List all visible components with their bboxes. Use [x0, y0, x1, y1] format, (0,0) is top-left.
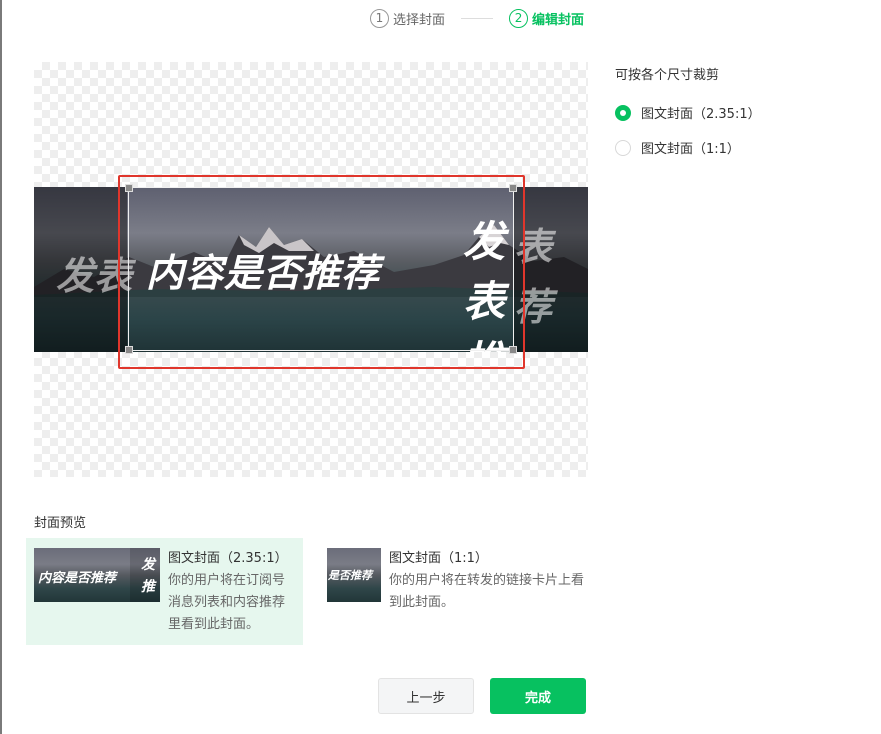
- preview-thumbnail-wide: 内容是否推荐 发推: [34, 548, 160, 602]
- step-select-cover[interactable]: 1 选择封面: [370, 8, 446, 28]
- crop-option-2-35-1[interactable]: 图文封面（2.35:1）: [615, 103, 761, 122]
- crop-option-label: 图文封面（2.35:1）: [641, 107, 761, 122]
- preview-info: 图文封面（2.35:1） 你的用户将在订阅号消息列表和内容推荐里看到此封面。: [168, 548, 295, 635]
- previous-step-button[interactable]: 上一步: [378, 678, 474, 714]
- step-divider: [461, 17, 494, 19]
- step-number: 2: [509, 8, 529, 28]
- step-label: 选择封面: [393, 12, 446, 28]
- thumbnail-text: 是否推荐: [328, 569, 372, 582]
- step-edit-cover: 2 编辑封面: [509, 8, 585, 28]
- step-indicator: 1 选择封面 2 编辑封面: [370, 7, 584, 29]
- preview-title: 封面预览: [34, 516, 87, 531]
- thumbnail-side-text: 发推: [141, 557, 155, 595]
- crop-editor-canvas: 发表 内容是否推荐 发表 推荐 表 荐: [34, 62, 588, 477]
- preview-card-2-35-1[interactable]: 内容是否推荐 发推 图文封面（2.35:1） 你的用户将在订阅号消息列表和内容推…: [26, 538, 303, 645]
- preview-info: 图文封面（1:1） 你的用户将在转发的链接卡片上看到此封面。: [389, 548, 589, 635]
- preview-description: 你的用户将在转发的链接卡片上看到此封面。: [389, 573, 585, 610]
- crop-option-label: 图文封面（1:1）: [641, 142, 740, 157]
- window-left-border: [0, 0, 2, 734]
- preview-description: 你的用户将在订阅号消息列表和内容推荐里看到此封面。: [168, 573, 286, 632]
- thumbnail-text: 内容是否推荐: [38, 571, 117, 586]
- radio-unselected-icon[interactable]: [615, 139, 631, 156]
- step-label: 编辑封面: [532, 12, 585, 28]
- preview-card-1-1[interactable]: 是否推荐 图文封面（1:1） 你的用户将在转发的链接卡片上看到此封面。: [319, 538, 599, 645]
- preview-thumbnail-square: 是否推荐: [327, 548, 381, 602]
- done-button[interactable]: 完成: [490, 678, 586, 714]
- crop-options-title: 可按各个尺寸裁剪: [615, 68, 720, 83]
- preview-name: 图文封面（2.35:1）: [168, 551, 288, 566]
- radio-selected-icon[interactable]: [615, 104, 631, 121]
- preview-name: 图文封面（1:1）: [389, 551, 488, 566]
- crop-option-1-1[interactable]: 图文封面（1:1）: [615, 138, 740, 157]
- step-number: 1: [370, 8, 389, 28]
- highlight-annotation-frame: [118, 175, 525, 369]
